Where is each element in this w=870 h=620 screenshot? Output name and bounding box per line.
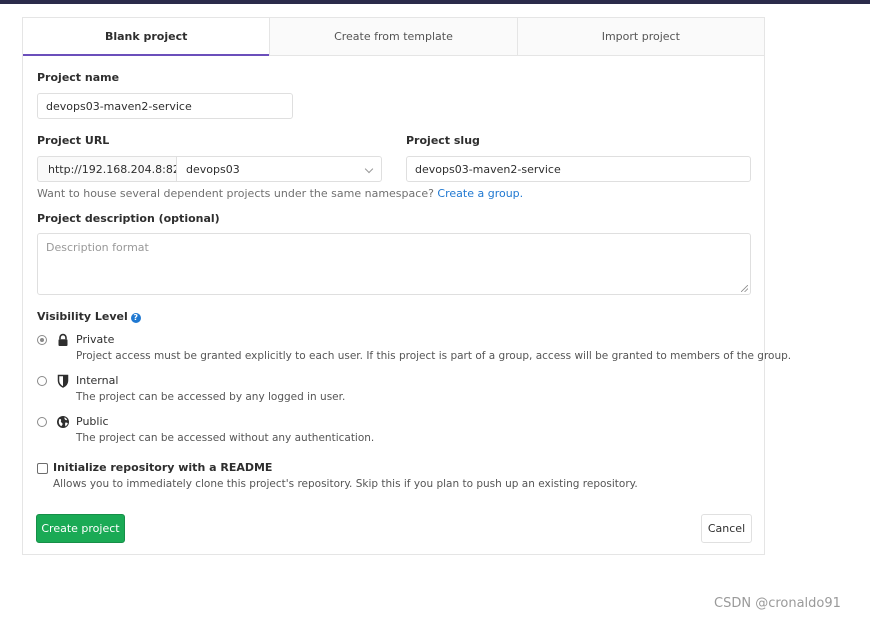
visibility-public-description: The project can be accessed without any … (76, 432, 375, 444)
visibility-internal-description: The project can be accessed by any logge… (76, 391, 346, 403)
question-circle-icon[interactable]: ? (130, 312, 141, 323)
visibility-level-text: Visibility Level (37, 310, 128, 323)
project-slug-label: Project slug (406, 134, 480, 147)
create-project-button[interactable]: Create project (36, 514, 125, 543)
shield-icon (57, 374, 69, 388)
description-placeholder: Description format (46, 241, 149, 254)
project-url-label: Project URL (37, 134, 110, 147)
watermark: CSDN @cronaldo91 (714, 596, 841, 611)
tab-blank-project[interactable]: Blank project (23, 18, 270, 56)
resize-handle-icon[interactable] (741, 285, 748, 292)
cancel-button[interactable]: Cancel (701, 514, 752, 543)
namespace-help-message: Want to house several dependent projects… (37, 187, 434, 200)
project-slug-input[interactable]: devops03-maven2-service (406, 156, 751, 182)
visibility-internal-radio[interactable] (37, 376, 47, 386)
namespace-help-text: Want to house several dependent projects… (37, 187, 523, 200)
project-url-prefix: http://192.168.204.8:82/ (37, 156, 184, 182)
visibility-level-label: Visibility Level? (37, 310, 141, 323)
top-navbar-edge (0, 0, 870, 4)
initialize-readme-label: Initialize repository with a README (53, 461, 273, 474)
new-project-panel: Blank project Create from template Impor… (22, 17, 791, 555)
namespace-select[interactable]: devops03 (176, 156, 382, 182)
visibility-private-radio[interactable] (37, 335, 47, 345)
tab-import-project[interactable]: Import project (516, 18, 764, 55)
visibility-internal-title: Internal (76, 374, 119, 387)
visibility-private-title: Private (76, 333, 115, 346)
project-tabs: Blank project Create from template Impor… (23, 18, 764, 56)
create-group-link[interactable]: Create a group. (437, 187, 523, 200)
project-name-input[interactable]: devops03-maven2-service (37, 93, 293, 119)
chevron-down-icon (364, 164, 374, 174)
namespace-select-value: devops03 (186, 162, 240, 176)
project-description-label: Project description (optional) (37, 212, 220, 225)
visibility-public-title: Public (76, 415, 109, 428)
initialize-readme-checkbox[interactable] (37, 463, 48, 474)
project-name-label: Project name (37, 71, 120, 84)
visibility-public-radio[interactable] (37, 417, 47, 427)
visibility-private-description: Project access must be granted explicitl… (76, 350, 792, 362)
earth-icon (57, 416, 69, 428)
initialize-readme-help: Allows you to immediately clone this pro… (53, 478, 638, 490)
tab-create-from-template[interactable]: Create from template (269, 18, 517, 55)
project-description-textarea[interactable]: Description format (37, 233, 751, 295)
lock-icon (58, 333, 68, 346)
